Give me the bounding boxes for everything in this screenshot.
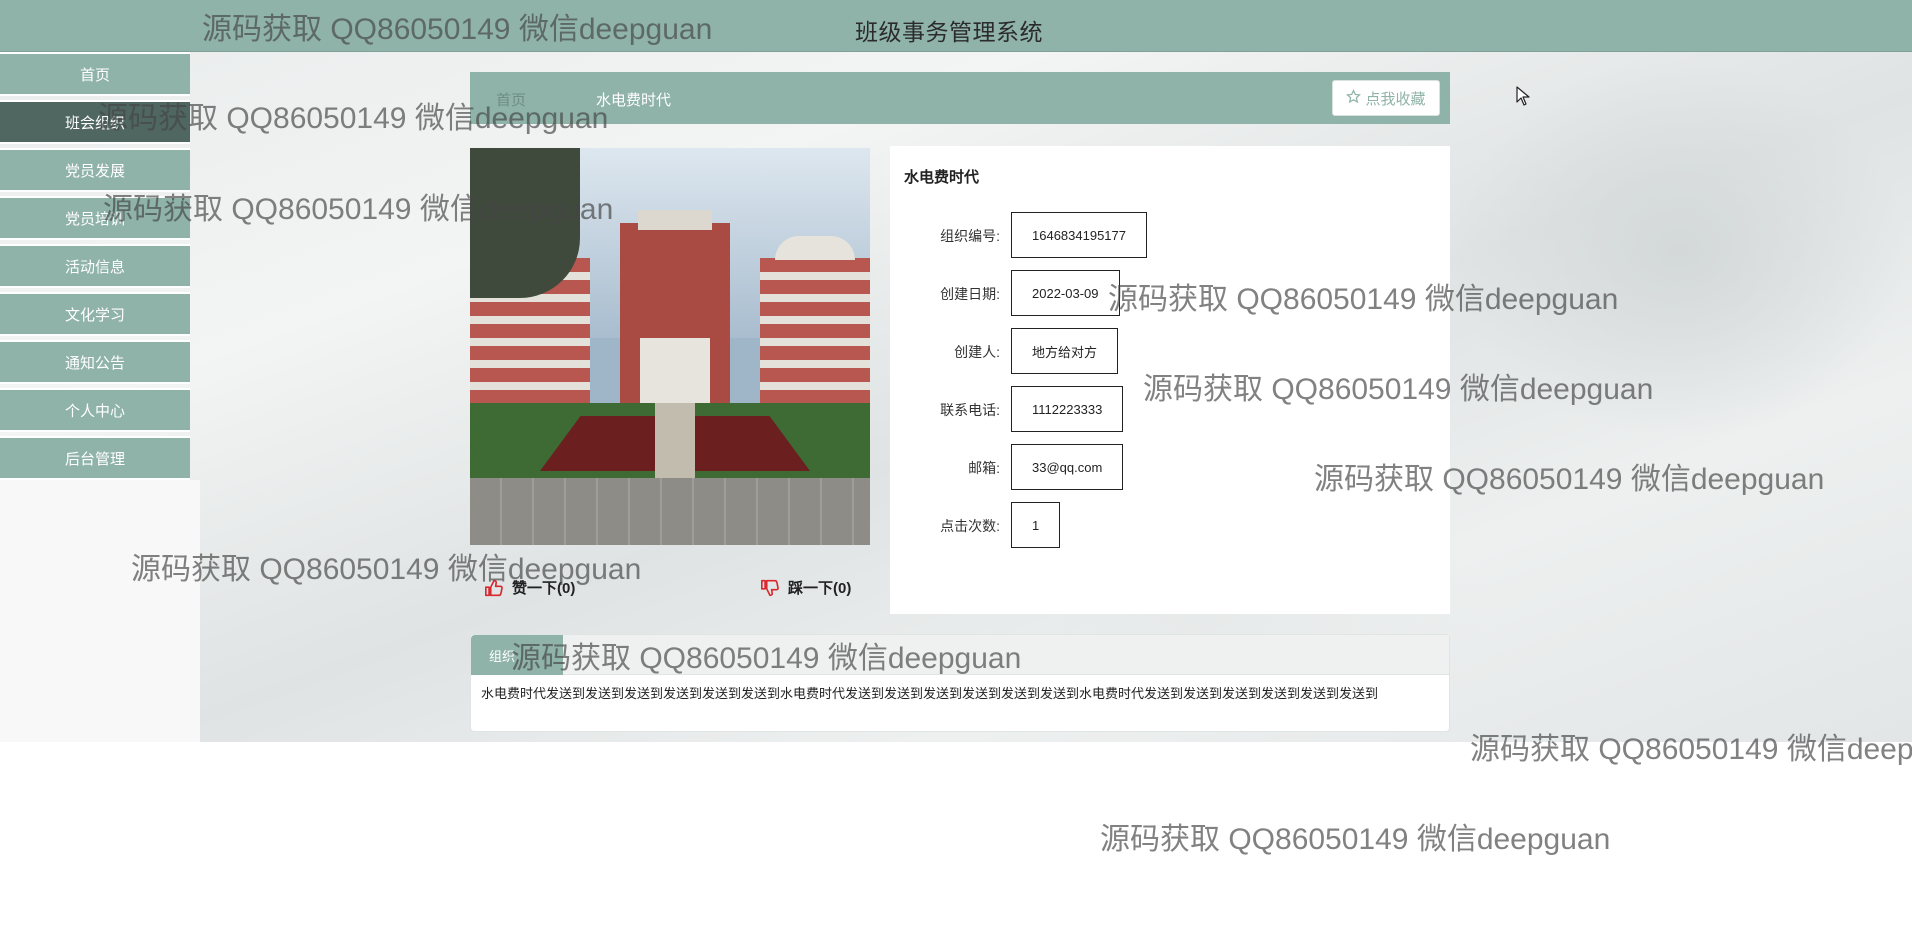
field-row-org-id: 组织编号: 1646834195177 <box>890 212 1450 258</box>
description-tab-bar: 组织 <box>471 635 1449 675</box>
field-value: 2022-03-09 <box>1011 270 1120 316</box>
breadcrumb: 首页 水电费时代 点我收藏 <box>470 72 1450 124</box>
sidebar-item-culture-study[interactable]: 文化学习 <box>0 292 190 336</box>
field-value: 1112223333 <box>1011 386 1124 432</box>
sidebar-item-class-meeting[interactable]: 班会组织 <box>0 100 190 144</box>
sidebar-item-notices[interactable]: 通知公告 <box>0 340 190 384</box>
thumbs-up-icon <box>484 579 504 597</box>
sidebar-item-home[interactable]: 首页 <box>0 52 190 96</box>
field-label: 联系电话: <box>940 402 1000 418</box>
sidebar-item-party-training[interactable]: 党员培训 <box>0 196 190 240</box>
field-value: 1646834195177 <box>1011 212 1147 258</box>
field-label: 点击次数: <box>940 518 1000 534</box>
description-text: 水电费时代发送到发送到发送到发送到发送到发送到水电费时代发送到发送到发送到发送到… <box>481 686 1379 701</box>
field-value: 地方给对方 <box>1011 328 1119 374</box>
system-title: 班级事务管理系统 <box>855 19 1043 45</box>
breadcrumb-current: 水电费时代 <box>596 92 672 109</box>
dislike-button[interactable]: 踩一下(0) <box>760 577 851 598</box>
detail-title: 水电费时代 <box>904 169 980 186</box>
background-bottom-blank <box>0 742 1912 936</box>
field-row-click-count: 点击次数: 1 <box>890 502 1450 548</box>
field-label: 邮箱: <box>968 460 1000 476</box>
sidebar-item-admin[interactable]: 后台管理 <box>0 436 190 480</box>
sidebar-nav: 首页 班会组织 党员发展 党员培训 活动信息 文化学习 通知公告 个人中心 后台… <box>0 52 190 484</box>
field-row-phone: 联系电话: 1112223333 <box>890 386 1450 432</box>
organization-photo <box>470 148 870 545</box>
like-label: 赞一下(0) <box>512 580 576 597</box>
tab-description[interactable]: 组织 <box>471 635 563 675</box>
description-panel: 组织 水电费时代发送到发送到发送到发送到发送到发送到水电费时代发送到发送到发送到… <box>470 634 1450 732</box>
field-label: 创建人: <box>954 344 1000 360</box>
field-value: 1 <box>1011 502 1061 548</box>
detail-info-panel: 水电费时代 组织编号: 1646834195177 创建日期: 2022-03-… <box>890 146 1450 614</box>
field-row-creator: 创建人: 地方给对方 <box>890 328 1450 374</box>
field-row-created-date: 创建日期: 2022-03-09 <box>890 270 1450 316</box>
field-row-email: 邮箱: 33@qq.com <box>890 444 1450 490</box>
breadcrumb-home-link[interactable]: 首页 <box>496 89 526 110</box>
field-value: 33@qq.com <box>1011 444 1124 490</box>
sidebar-item-personal-center[interactable]: 个人中心 <box>0 388 190 432</box>
like-button[interactable]: 赞一下(0) <box>484 577 575 598</box>
favorite-button[interactable]: 点我收藏 <box>1332 80 1440 116</box>
favorite-button-label: 点我收藏 <box>1365 90 1426 108</box>
mouse-cursor-icon <box>1516 86 1530 111</box>
sidebar-item-party-development[interactable]: 党员发展 <box>0 148 190 192</box>
top-header-bar: 班级事务管理系统 <box>0 0 1912 52</box>
field-label: 组织编号: <box>940 228 1000 244</box>
dislike-label: 踩一下(0) <box>788 580 852 597</box>
thumbs-down-icon <box>760 579 780 597</box>
star-outline-icon <box>1346 88 1362 108</box>
field-label: 创建日期: <box>940 286 1000 302</box>
sidebar-item-activity-info[interactable]: 活动信息 <box>0 244 190 288</box>
